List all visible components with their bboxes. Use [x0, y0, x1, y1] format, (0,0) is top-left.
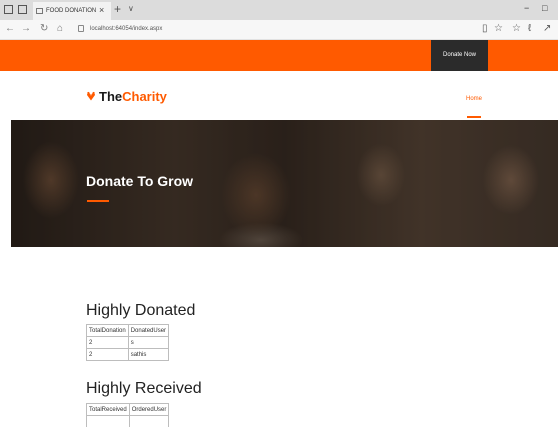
favorites-hub-icon[interactable]: ☆ — [512, 23, 521, 34]
highly-received-heading: Highly Received — [86, 380, 202, 397]
table-cell: s — [127, 336, 170, 349]
set-aside-tabs-icon[interactable] — [18, 5, 27, 14]
column-header: TotalReceived — [86, 403, 130, 416]
close-tab-icon[interactable]: × — [99, 5, 104, 15]
home-icon[interactable]: ⌂ — [57, 23, 63, 34]
table-row: 2 s — [86, 336, 170, 349]
logo-text-the: The — [99, 88, 123, 104]
pen-icon[interactable]: ℓ — [528, 23, 531, 34]
table-cell — [86, 415, 130, 427]
refresh-icon[interactable]: ↻ — [40, 23, 48, 34]
nav-home-link[interactable]: Home — [466, 96, 482, 102]
table-cell: sathis — [127, 348, 170, 361]
url-text[interactable]: localhost:64054/index.aspx — [90, 26, 162, 32]
hero-title: Donate To Grow — [86, 173, 194, 189]
tab-title: FOOD DONATION — [46, 8, 97, 14]
nav-active-underline — [467, 116, 481, 118]
new-tab-icon[interactable]: + — [114, 2, 121, 16]
address-bar: ← → ↻ ⌂ localhost:64054/index.aspx ▯ ☆ ☆… — [0, 20, 558, 40]
minimize-icon[interactable]: − — [524, 3, 529, 13]
heart-hands-icon — [87, 91, 95, 101]
maximize-icon[interactable]: □ — [542, 3, 547, 13]
url-field[interactable]: localhost:64054/index.aspx — [78, 24, 476, 36]
forward-icon[interactable]: → — [21, 23, 31, 34]
site-logo[interactable]: The Charity — [86, 88, 167, 104]
table-row: 2 sathis — [86, 348, 170, 361]
chevron-down-icon[interactable]: ∨ — [128, 4, 134, 13]
back-icon[interactable]: ← — [5, 23, 15, 34]
browser-tab-bar: FOOD DONATION × + ∨ − □ — [0, 0, 558, 20]
table-header-row: TotalReceived OrderedUser — [86, 403, 170, 416]
hero-banner: Donate To Grow — [11, 120, 558, 247]
table-cell — [128, 415, 170, 427]
donate-now-button[interactable]: Donate Now — [431, 40, 488, 71]
tab-actions-icon[interactable] — [4, 5, 13, 14]
column-header: DonatedUser — [127, 324, 170, 337]
column-header: TotalDonation — [86, 324, 129, 337]
favorite-star-icon[interactable]: ☆ — [494, 23, 503, 34]
info-icon[interactable] — [78, 25, 84, 32]
reading-view-icon[interactable]: ▯ — [482, 23, 488, 34]
share-icon[interactable]: ↗ — [543, 23, 551, 34]
highly-donated-heading: Highly Donated — [86, 302, 196, 319]
table-header-row: TotalDonation DonatedUser — [86, 324, 170, 337]
column-header: OrderedUser — [128, 403, 170, 416]
page-icon — [36, 8, 43, 14]
logo-text-charity: Charity — [122, 88, 167, 104]
highly-received-table: TotalReceived OrderedUser — [86, 403, 170, 427]
top-orange-bar: Donate Now — [0, 40, 558, 71]
table-cell: 2 — [86, 348, 129, 361]
highly-donated-table: TotalDonation DonatedUser 2 s 2 sathis — [86, 324, 170, 361]
table-cell: 2 — [86, 336, 129, 349]
hero-title-underline — [87, 200, 109, 202]
table-row — [86, 415, 170, 427]
browser-tab[interactable]: FOOD DONATION × — [33, 2, 111, 20]
